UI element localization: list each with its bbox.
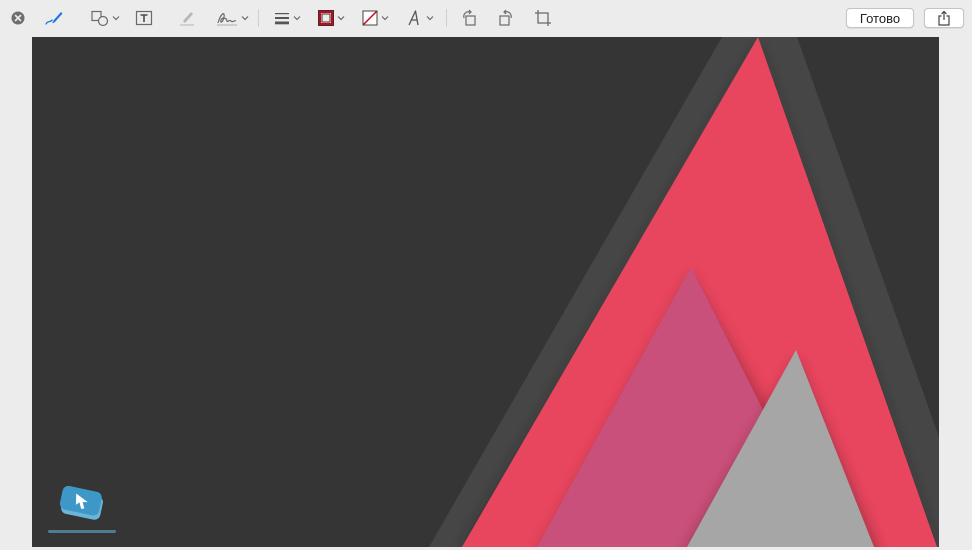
crop-icon xyxy=(535,10,551,26)
share-icon xyxy=(938,10,950,26)
rotate-right-icon xyxy=(499,9,512,26)
highlighter-icon xyxy=(180,12,194,26)
fill-color-tool-button[interactable] xyxy=(358,6,392,30)
line-style-icon xyxy=(275,13,289,25)
toolbar-separator xyxy=(258,9,259,27)
wallpaper-image xyxy=(32,37,939,547)
text-tool-button[interactable] xyxy=(133,6,155,30)
line-style-tool-button[interactable] xyxy=(270,6,304,30)
chevron-down-icon xyxy=(293,16,301,21)
done-button[interactable]: Готово xyxy=(846,8,914,28)
markup-toolbar: Готово xyxy=(0,0,972,37)
fill-color-icon xyxy=(362,10,378,26)
border-color-tool-button[interactable] xyxy=(314,6,348,30)
chevron-down-icon xyxy=(337,16,345,21)
text-style-icon xyxy=(408,10,419,26)
rotate-left-icon xyxy=(463,9,476,26)
sign-tool-button[interactable] xyxy=(214,6,250,30)
border-color-icon xyxy=(318,10,334,26)
text-box-icon xyxy=(135,10,153,26)
markup-window: Готово xyxy=(0,0,972,550)
signature-icon xyxy=(217,13,237,26)
chevron-down-icon xyxy=(112,16,120,21)
shapes-icon xyxy=(91,10,109,27)
chevron-down-icon xyxy=(381,16,389,21)
mobile-review-logo-icon xyxy=(42,485,122,540)
chevron-down-icon xyxy=(426,16,434,21)
close-button[interactable] xyxy=(9,6,27,30)
highlight-tool-button[interactable] xyxy=(176,6,198,30)
rotate-left-button[interactable] xyxy=(458,6,480,30)
shapes-tool-button[interactable] xyxy=(88,6,122,30)
rotate-right-button[interactable] xyxy=(495,6,517,30)
toolbar-separator xyxy=(446,9,447,27)
close-circle-icon xyxy=(11,11,25,25)
image-canvas[interactable] xyxy=(32,37,939,547)
text-style-tool-button[interactable] xyxy=(403,6,437,30)
pen-sketch-icon xyxy=(45,12,63,25)
chevron-down-icon xyxy=(241,16,249,21)
share-button[interactable] xyxy=(924,8,964,28)
crop-button[interactable] xyxy=(532,6,554,30)
sketch-tool-button[interactable] xyxy=(42,6,66,30)
